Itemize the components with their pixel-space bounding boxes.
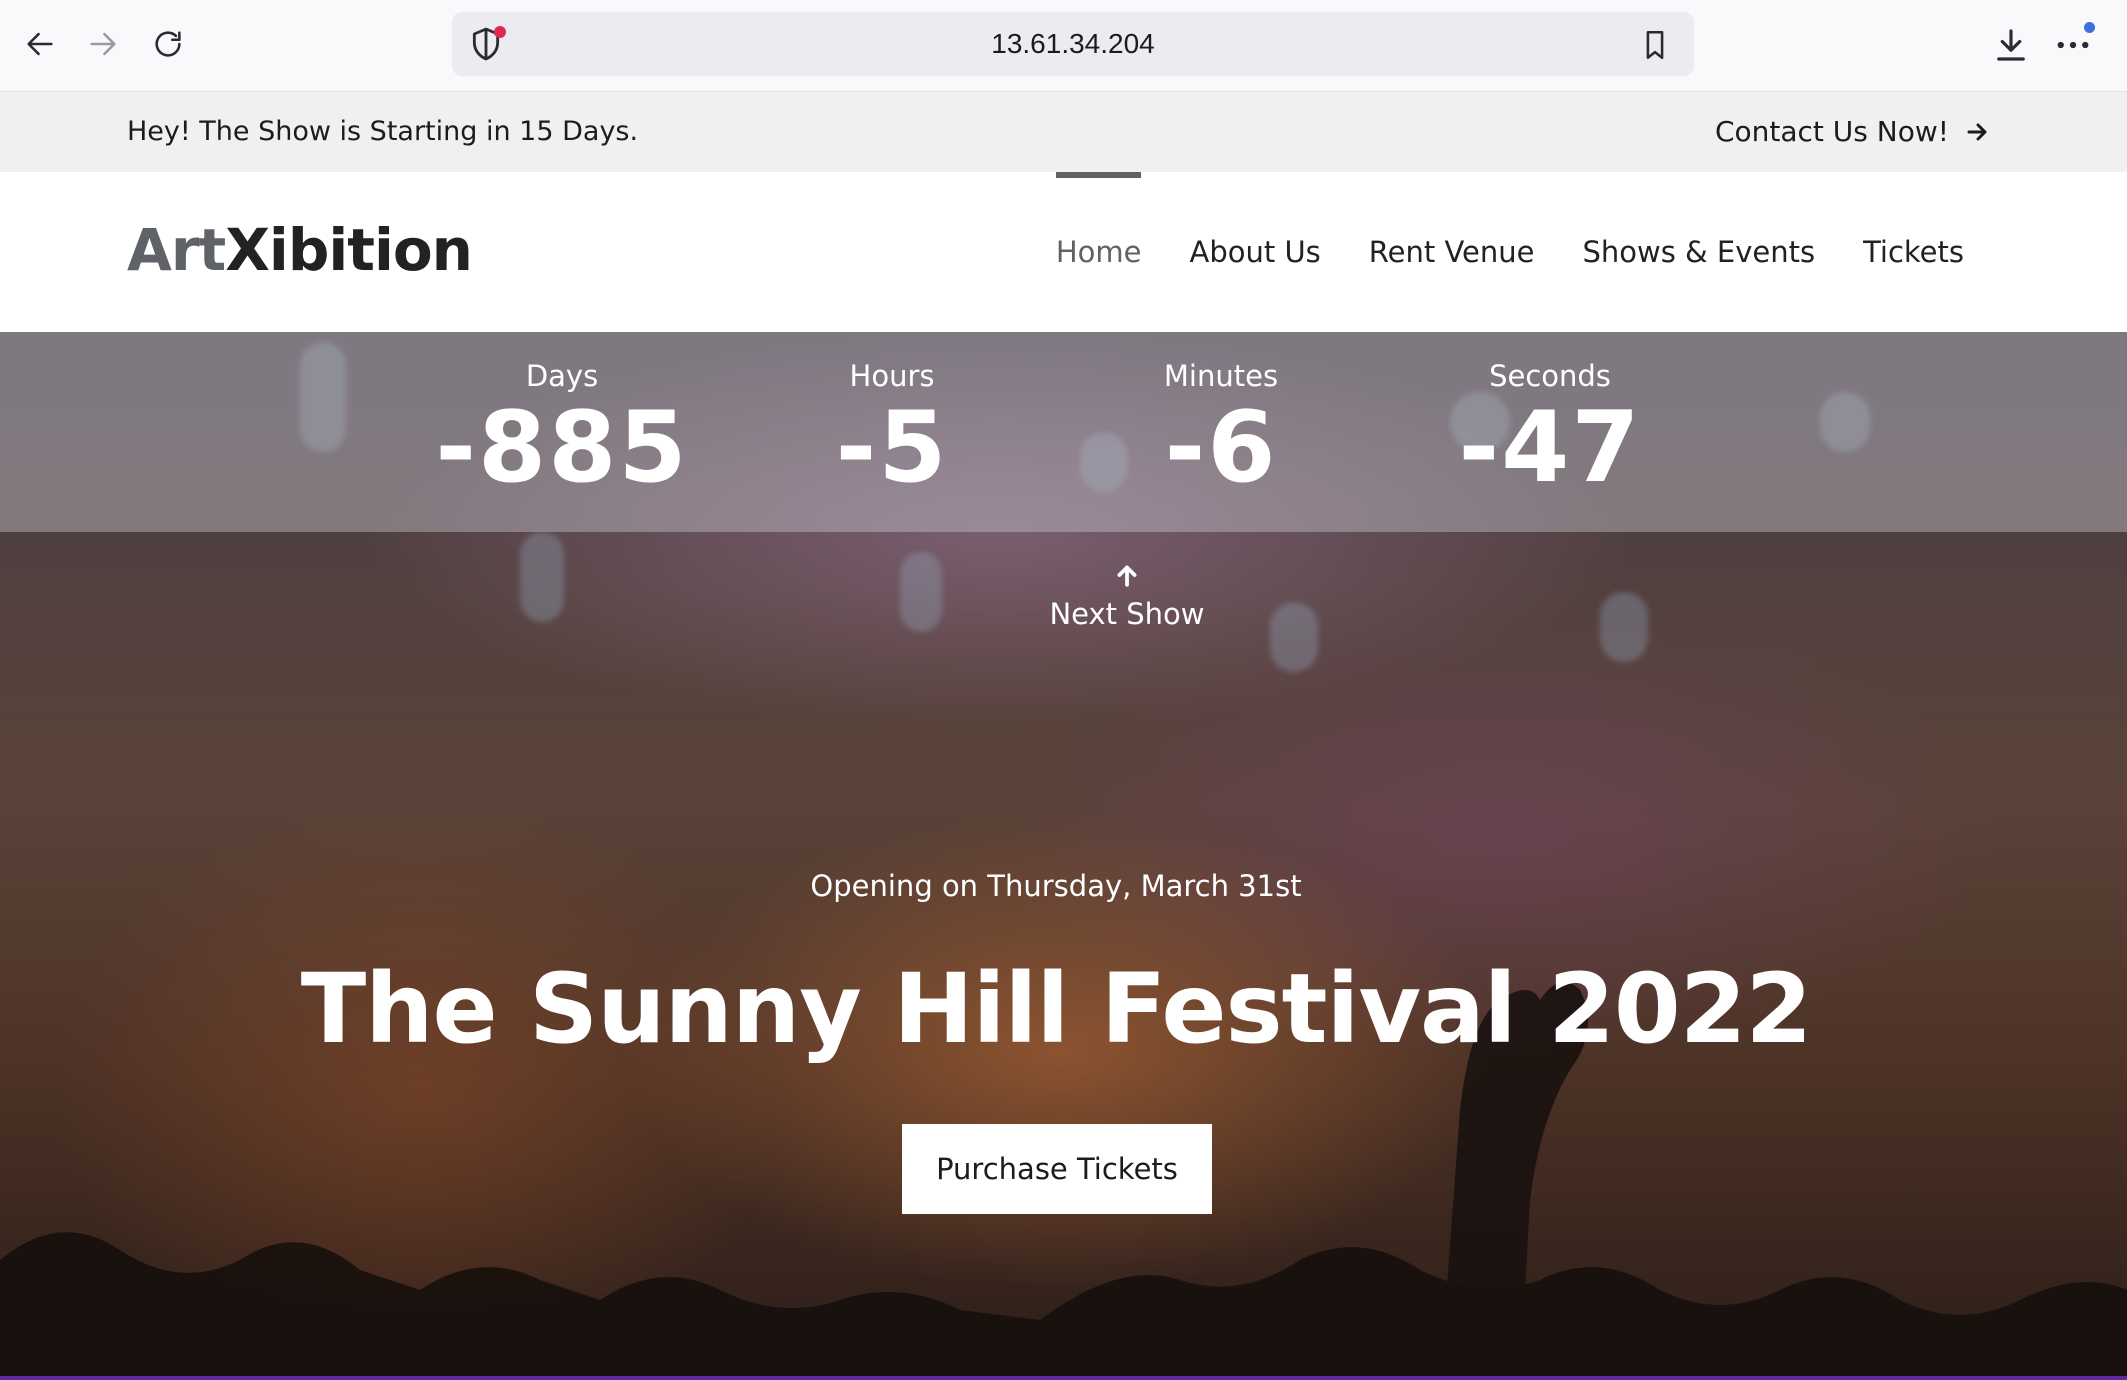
countdown-seconds: Seconds -47 bbox=[1400, 356, 1700, 500]
nav-item-home[interactable]: Home bbox=[1055, 172, 1141, 332]
hero-section: Days -885 Hours -5 Minutes -6 Seconds -4… bbox=[0, 332, 2127, 1380]
countdown-minutes: Minutes -6 bbox=[1071, 356, 1371, 500]
countdown-seconds-value: -47 bbox=[1458, 391, 1642, 505]
countdown-days-value: -885 bbox=[435, 391, 689, 505]
contact-us-link[interactable]: Contact Us Now! bbox=[1715, 112, 1989, 152]
nav-item-rent-venue[interactable]: Rent Venue bbox=[1369, 172, 1535, 332]
bookmark-icon[interactable] bbox=[1638, 26, 1672, 64]
contact-us-label: Contact Us Now! bbox=[1714, 115, 1949, 148]
bokeh-light bbox=[520, 532, 564, 622]
reload-button[interactable] bbox=[148, 22, 188, 66]
nav-item-tickets[interactable]: Tickets bbox=[1863, 172, 1964, 332]
forward-button[interactable] bbox=[83, 22, 123, 66]
url-text[interactable]: 13.61.34.204 bbox=[452, 12, 1694, 76]
site-header: ArtXibition Home About Us Rent Venue Sho… bbox=[0, 172, 2127, 332]
next-show-link[interactable]: Next Show bbox=[1027, 562, 1227, 634]
arrow-right-icon bbox=[1967, 123, 1987, 141]
countdown-hours-value: -5 bbox=[835, 391, 949, 505]
countdown-minutes-value: -6 bbox=[1164, 391, 1278, 505]
nav-item-shows-events[interactable]: Shows & Events bbox=[1582, 172, 1815, 332]
arrow-up-icon bbox=[1117, 565, 1137, 587]
countdown-band bbox=[0, 332, 2127, 532]
browser-toolbar: 13.61.34.204 bbox=[0, 0, 2127, 92]
arrow-left-icon bbox=[27, 32, 53, 56]
reload-icon bbox=[155, 31, 181, 57]
logo-part-xibition: Xibition bbox=[225, 216, 473, 284]
countdown-days: Days -885 bbox=[412, 356, 712, 500]
logo-part-art: Art bbox=[127, 216, 226, 284]
announcement-bar: Hey! The Show is Starting in 15 Days. Co… bbox=[0, 92, 2127, 172]
countdown-minutes-label: Minutes bbox=[1163, 359, 1279, 393]
countdown-seconds-label: Seconds bbox=[1489, 359, 1611, 393]
bokeh-light bbox=[900, 552, 942, 632]
bokeh-light bbox=[1270, 602, 1318, 672]
countdown-days-label: Days bbox=[525, 359, 599, 393]
bokeh-light bbox=[1600, 592, 1648, 662]
next-show-label: Next Show bbox=[1049, 597, 1205, 631]
address-bar[interactable]: 13.61.34.204 bbox=[452, 12, 1694, 76]
announcement-message: Hey! The Show is Starting in 15 Days. bbox=[127, 116, 639, 147]
purchase-tickets-button[interactable]: Purchase Tickets bbox=[902, 1124, 1212, 1214]
arrow-right-icon bbox=[90, 32, 116, 56]
back-button[interactable] bbox=[20, 22, 60, 66]
download-icon[interactable] bbox=[1990, 24, 2032, 66]
festival-title: The Sunny Hill Festival 2022 bbox=[300, 953, 1813, 1065]
countdown-hours-label: Hours bbox=[849, 359, 935, 393]
site-logo[interactable]: ArtXibition bbox=[127, 212, 473, 288]
nav-item-about-us[interactable]: About Us bbox=[1189, 172, 1320, 332]
countdown-hours: Hours -5 bbox=[742, 356, 1042, 500]
bottom-accent-line bbox=[0, 1376, 2127, 1380]
main-nav: Home About Us Rent Venue Shows & Events … bbox=[1055, 172, 1964, 332]
opening-date: Opening on Thursday, March 31st bbox=[810, 869, 1302, 903]
update-dot bbox=[2084, 22, 2095, 33]
